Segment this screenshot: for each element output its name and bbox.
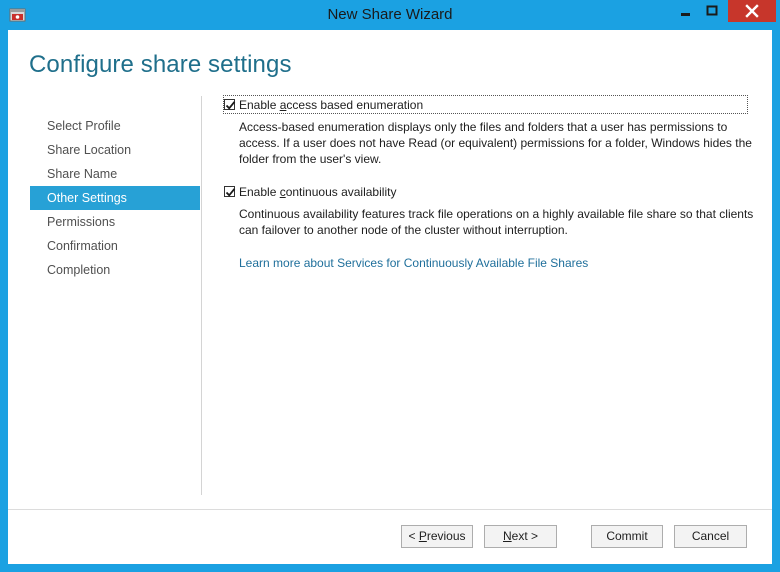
step-confirmation[interactable]: Confirmation <box>30 234 200 258</box>
checkmark-icon <box>225 188 236 197</box>
settings-content: Enable access based enumeration Access-b… <box>223 95 753 270</box>
window-bottom-border <box>0 564 780 572</box>
ca-checkbox[interactable] <box>224 186 236 197</box>
next-button[interactable]: Next > <box>484 525 557 548</box>
title-bar[interactable]: New Share Wizard <box>0 0 780 30</box>
step-other-settings[interactable]: Other Settings <box>30 186 200 210</box>
abe-checkbox[interactable] <box>224 99 236 110</box>
commit-button[interactable]: Commit <box>591 525 663 548</box>
wizard-client-area: Configure share settings Select Profile … <box>8 30 772 564</box>
checkmark-icon <box>225 101 236 110</box>
wizard-window: New Share Wizard Configure share setting… <box>0 0 780 572</box>
page-title: Configure share settings <box>29 51 292 78</box>
abe-checkbox-row[interactable]: Enable access based enumeration <box>223 95 748 114</box>
minimize-icon <box>681 13 690 16</box>
step-select-profile[interactable]: Select Profile <box>30 114 200 138</box>
maximize-icon <box>706 5 718 16</box>
cancel-button[interactable]: Cancel <box>674 525 747 548</box>
close-button[interactable] <box>728 0 776 22</box>
ca-option: Enable continuous availability Continuou… <box>224 183 753 270</box>
learn-more-link[interactable]: Learn more about Services for Continuous… <box>239 256 588 270</box>
step-share-location[interactable]: Share Location <box>30 138 200 162</box>
ca-label: Enable continuous availability <box>239 184 397 199</box>
wizard-step-list: Select Profile Share Location Share Name… <box>30 114 200 282</box>
maximize-button[interactable] <box>699 0 726 22</box>
step-permissions[interactable]: Permissions <box>30 210 200 234</box>
ca-description: Continuous availability features track f… <box>239 207 754 237</box>
step-completion[interactable]: Completion <box>30 258 200 282</box>
abe-description: Access-based enumeration displays only t… <box>239 120 752 166</box>
abe-label: Enable access based enumeration <box>239 97 424 112</box>
step-share-name[interactable]: Share Name <box>30 162 200 186</box>
nav-divider <box>201 96 202 495</box>
abe-option: Enable access based enumeration Access-b… <box>223 95 752 167</box>
footer-divider <box>8 509 772 510</box>
window-title: New Share Wizard <box>327 6 453 23</box>
previous-button[interactable]: < Previous <box>401 525 473 548</box>
minimize-button[interactable] <box>672 0 699 22</box>
close-icon <box>745 4 759 18</box>
ca-checkbox-row[interactable]: Enable continuous availability <box>224 183 748 200</box>
